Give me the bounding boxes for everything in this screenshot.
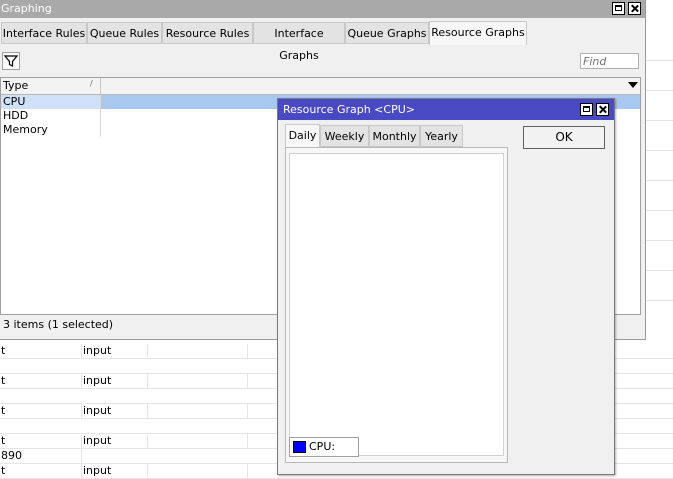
background-right-lines — [646, 0, 673, 340]
graph-area — [289, 153, 504, 456]
bg-cell: t — [0, 404, 82, 418]
bg-cell: t — [0, 344, 82, 358]
graph-legend: CPU: — [289, 437, 359, 457]
tab-interface-rules[interactable]: Interface Rules — [1, 22, 87, 44]
filter-icon — [3, 55, 19, 67]
title-bar[interactable]: Graphing — [0, 0, 645, 18]
legend-label: CPU: — [309, 440, 336, 453]
column-header-type[interactable]: Type — [1, 78, 101, 94]
list-cell-type: HDD — [1, 109, 101, 123]
window-title: Graphing — [1, 2, 52, 15]
list-cell-type: CPU — [1, 95, 101, 109]
bg-cell: input — [82, 434, 148, 448]
bg-cell: t — [0, 434, 82, 448]
ok-button[interactable]: OK — [523, 126, 605, 149]
bg-cell: input — [82, 344, 148, 358]
graph-panel — [285, 147, 508, 463]
find-input[interactable] — [580, 53, 639, 69]
close-icon[interactable] — [628, 2, 641, 15]
tab-resource-rules[interactable]: Resource Rules — [162, 22, 253, 44]
dialog-title-bar[interactable]: Resource Graph <CPU> — [278, 99, 614, 120]
list-cell-type: Memory — [1, 123, 101, 137]
list-header: Type / — [1, 78, 640, 95]
sort-indicator: / — [90, 79, 93, 88]
tab-queue-rules[interactable]: Queue Rules — [87, 22, 162, 44]
tab-yearly[interactable]: Yearly — [420, 125, 463, 147]
maximize-icon[interactable] — [580, 103, 593, 116]
close-icon[interactable] — [596, 103, 609, 116]
tab-monthly[interactable]: Monthly — [369, 125, 420, 147]
chevron-down-icon[interactable] — [628, 82, 638, 88]
bg-cell: t — [0, 464, 82, 478]
tab-queue-graphs[interactable]: Queue Graphs — [345, 22, 429, 44]
tab-weekly[interactable]: Weekly — [320, 125, 369, 147]
bg-cell: input — [82, 374, 148, 388]
bg-cell: t — [0, 374, 82, 388]
bg-cell: input — [82, 464, 148, 478]
dialog-title: Resource Graph <CPU> — [283, 103, 415, 116]
bg-cell: input — [82, 404, 148, 418]
resource-graph-dialog: Resource Graph <CPU> Daily Weekly Monthl… — [277, 98, 615, 475]
tab-resource-graphs[interactable]: Resource Graphs — [429, 21, 527, 45]
column-header-blank[interactable] — [101, 78, 628, 94]
tab-interface-graphs[interactable]: Interface Graphs — [253, 22, 345, 62]
legend-color-swatch — [293, 441, 306, 453]
maximize-icon[interactable] — [612, 2, 625, 15]
filter-button[interactable] — [2, 52, 20, 70]
tab-daily[interactable]: Daily — [285, 124, 320, 148]
bg-cell: 890 — [0, 449, 82, 463]
